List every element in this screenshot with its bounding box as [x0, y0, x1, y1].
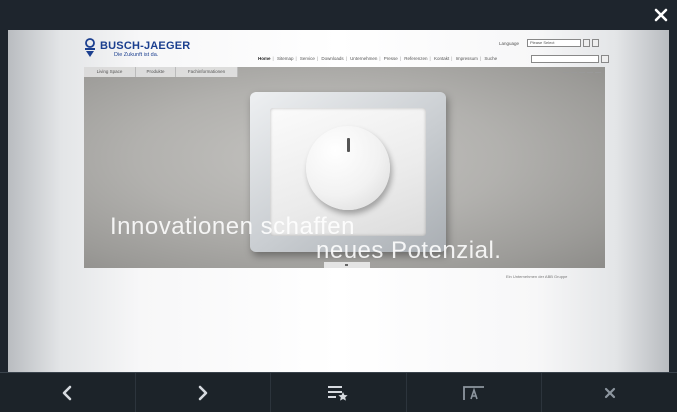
language-dropdown-button[interactable]: [583, 39, 590, 47]
footer-note[interactable]: Ein Unternehmen der ABB Gruppe: [506, 274, 567, 279]
tab-produkte[interactable]: Produkte: [136, 67, 176, 77]
bottom-toolbar: [0, 372, 677, 412]
bookmarks-button[interactable]: [271, 373, 407, 412]
browser-window: BUSCH-JAEGER Die Zukunft ist da. Languag…: [0, 0, 677, 412]
brand-tagline: Die Zukunft ist da.: [114, 52, 159, 58]
nav-link-service[interactable]: Service: [300, 56, 315, 61]
hero-headline-line-2: neues Potenzial.: [316, 237, 502, 264]
bookmarks-icon: [328, 385, 349, 401]
close-icon: [654, 8, 668, 22]
text-size-icon: [463, 385, 485, 400]
nav-link-referenzen[interactable]: Referenzen: [404, 56, 427, 61]
tab-living-space[interactable]: Living Space: [84, 67, 136, 77]
nav-link-downloads[interactable]: Downloads: [321, 56, 343, 61]
chevron-left-icon: [62, 385, 72, 400]
web-content[interactable]: BUSCH-JAEGER Die Zukunft ist da. Languag…: [8, 30, 669, 372]
hero-banner[interactable]: Living Space Produkte Fachinformationen …: [84, 67, 605, 268]
close-icon: [604, 387, 615, 398]
nav-link-kontakt[interactable]: Kontakt: [434, 56, 449, 61]
back-button[interactable]: [0, 373, 136, 412]
nav-link-unternehmen[interactable]: Unternehmen: [350, 56, 377, 61]
nav-link-sitemap[interactable]: Sitemap: [277, 56, 294, 61]
search-label: Suche: [484, 56, 498, 61]
language-select[interactable]: Please Select: [527, 39, 581, 47]
hero-dots: [561, 72, 601, 75]
dimmer-knob: [306, 126, 390, 210]
hero-slider-control[interactable]: [324, 262, 370, 268]
nav-link-presse[interactable]: Presse: [384, 56, 398, 61]
text-size-button[interactable]: [407, 373, 543, 412]
forward-button[interactable]: [136, 373, 272, 412]
nav-link-impressum[interactable]: Impressum: [456, 56, 478, 61]
busch-jaeger-logo-icon: [85, 38, 95, 57]
site-header: BUSCH-JAEGER Die Zukunft ist da. Languag…: [84, 32, 614, 66]
brand-name[interactable]: BUSCH-JAEGER: [100, 40, 190, 52]
tab-fachinformationen[interactable]: Fachinformationen: [176, 67, 238, 77]
close-tab-button[interactable]: [542, 373, 677, 412]
search-input[interactable]: [531, 55, 599, 63]
search-button[interactable]: [601, 55, 609, 63]
language-label: Language: [499, 41, 520, 46]
window-close-button[interactable]: [653, 7, 669, 23]
title-bar: [0, 0, 677, 30]
language-go-button[interactable]: [592, 39, 599, 47]
top-navigation: Home | Sitemap | Service | Downloads | Unter…: [258, 56, 498, 61]
nav-link-home[interactable]: Home: [258, 56, 271, 61]
chevron-right-icon: [198, 385, 208, 400]
